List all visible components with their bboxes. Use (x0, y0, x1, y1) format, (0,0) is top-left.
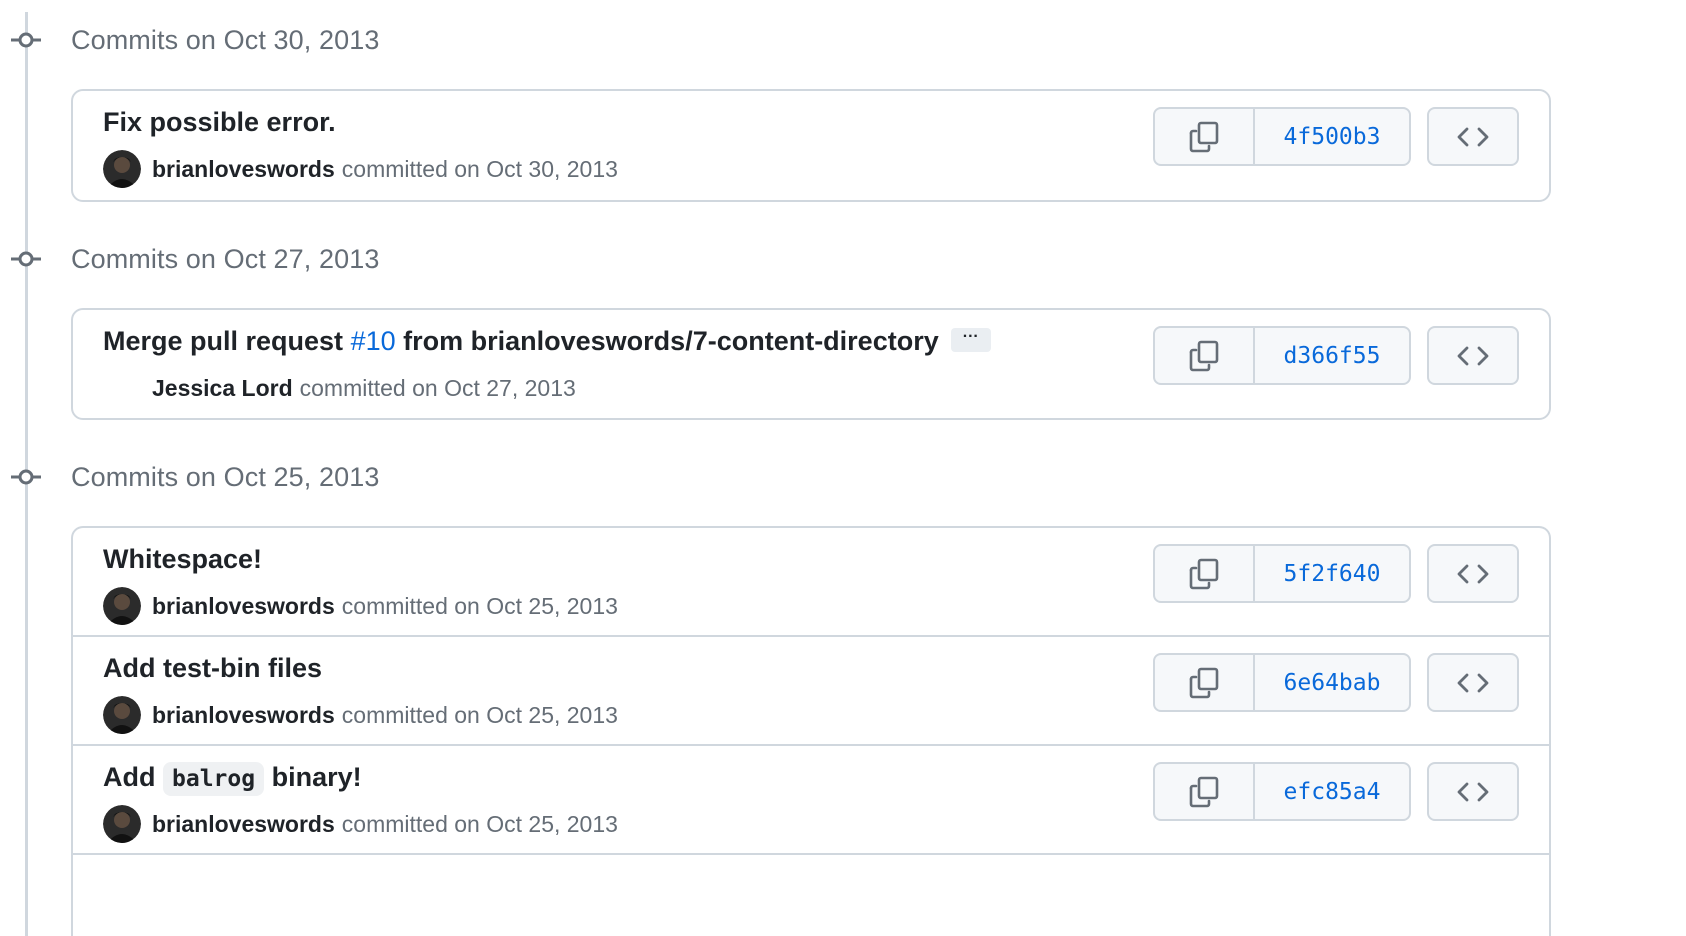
commit-row: Add test-bin files brianloveswords commi… (73, 635, 1549, 744)
expand-message-button[interactable]: ··· (950, 327, 991, 352)
code-icon (1457, 564, 1489, 583)
commit-message-prefix: Add (103, 762, 163, 792)
commit-sha-link[interactable]: 6e64bab (1255, 655, 1409, 710)
commit-author[interactable]: brianloveswords (152, 593, 335, 620)
commit-actions: 5f2f640 (1153, 544, 1519, 603)
copy-sha-button[interactable] (1155, 328, 1255, 383)
commit-group: Commits on Oct 25, 2013 (0, 455, 1686, 499)
commit-meta: brianloveswords committed on Oct 25, 201… (103, 587, 618, 625)
commit-group-title: Commits on Oct 25, 2013 (71, 462, 380, 492)
commit-row (73, 853, 1549, 933)
copy-sha-button[interactable] (1155, 655, 1255, 710)
code-icon (1457, 673, 1489, 692)
avatar[interactable] (103, 696, 141, 734)
git-commit-icon (11, 32, 41, 48)
commit-message[interactable]: Whitespace! (103, 544, 262, 575)
commit-group: Commits on Oct 27, 2013 (0, 237, 1686, 281)
copy-icon (1189, 667, 1219, 698)
commit-message[interactable]: Merge pull request #10 from brianloveswo… (103, 326, 991, 357)
commit-message[interactable]: Add balrog binary! (103, 762, 362, 796)
commit-meta: brianloveswords committed on Oct 25, 201… (103, 696, 618, 734)
commit-group-header: Commits on Oct 27, 2013 (0, 237, 1686, 281)
commit-date: committed on Oct 30, 2013 (341, 155, 618, 182)
copy-sha-button[interactable] (1155, 546, 1255, 601)
sha-button-group: 6e64bab (1153, 653, 1411, 712)
commit-sha-link[interactable]: 4f500b3 (1255, 109, 1409, 164)
browse-repo-button[interactable] (1427, 762, 1519, 821)
commit-message[interactable]: Add test-bin files (103, 653, 322, 684)
commit-author[interactable]: brianloveswords (152, 702, 335, 729)
commit-actions: 6e64bab (1153, 653, 1519, 712)
commit-list: Merge pull request #10 from brianloveswo… (71, 308, 1551, 420)
git-commit-icon (11, 251, 41, 267)
sha-button-group: efc85a4 (1153, 762, 1411, 821)
commit-message-prefix: Merge pull request (103, 326, 351, 356)
commit-list: Whitespace! brianloveswords committed on… (71, 526, 1551, 936)
commit-sha-link[interactable]: efc85a4 (1255, 764, 1409, 819)
copy-icon (1189, 121, 1219, 152)
commit-actions: d366f55 (1153, 326, 1519, 385)
git-commit-icon (11, 469, 41, 485)
browse-repo-button[interactable] (1427, 544, 1519, 603)
code-icon (1457, 127, 1489, 146)
commit-group-title: Commits on Oct 30, 2013 (71, 25, 380, 55)
commit-author[interactable]: brianloveswords (152, 811, 335, 838)
commit-group-header: Commits on Oct 30, 2013 (0, 18, 1686, 62)
browse-repo-button[interactable] (1427, 653, 1519, 712)
inline-code: balrog (163, 762, 265, 796)
commit-history: Commits on Oct 30, 2013 Fix possible err… (0, 0, 1686, 936)
commit-row: Merge pull request #10 from brianloveswo… (73, 310, 1549, 417)
sha-button-group: 5f2f640 (1153, 544, 1411, 603)
commit-actions: 4f500b3 (1153, 107, 1519, 166)
commit-meta: brianloveswords committed on Oct 25, 201… (103, 805, 618, 843)
commit-group-title: Commits on Oct 27, 2013 (71, 244, 380, 274)
commit-actions: efc85a4 (1153, 762, 1519, 821)
commit-row: Add balrog binary! brianloveswords commi… (73, 744, 1549, 853)
commit-row: Whitespace! brianloveswords committed on… (73, 528, 1549, 635)
avatar[interactable] (103, 150, 141, 188)
browse-repo-button[interactable] (1427, 107, 1519, 166)
commit-author[interactable]: brianloveswords (152, 156, 335, 183)
commit-date: committed on Oct 27, 2013 (299, 374, 576, 401)
commit-list: Fix possible error. brianloveswords comm… (71, 89, 1551, 202)
commit-meta: Jessica Lord committed on Oct 27, 2013 (103, 369, 576, 407)
commit-row: Fix possible error. brianloveswords comm… (73, 91, 1549, 198)
copy-sha-button[interactable] (1155, 764, 1255, 819)
avatar[interactable] (103, 587, 141, 625)
sha-button-group: 4f500b3 (1153, 107, 1411, 166)
commit-group-header: Commits on Oct 25, 2013 (0, 455, 1686, 499)
commit-sha-link[interactable]: d366f55 (1255, 328, 1409, 383)
commit-group: Commits on Oct 30, 2013 (0, 18, 1686, 62)
browse-repo-button[interactable] (1427, 326, 1519, 385)
commit-meta: brianloveswords committed on Oct 30, 201… (103, 150, 618, 188)
avatar (103, 369, 141, 407)
commit-date: committed on Oct 25, 2013 (341, 810, 618, 837)
commit-message-suffix: binary! (264, 762, 362, 792)
code-icon (1457, 782, 1489, 801)
copy-sha-button[interactable] (1155, 109, 1255, 164)
commit-message-suffix: from brianloveswords/7-content-directory (395, 326, 939, 356)
avatar[interactable] (103, 805, 141, 843)
commit-date: committed on Oct 25, 2013 (341, 701, 618, 728)
commit-sha-link[interactable]: 5f2f640 (1255, 546, 1409, 601)
commit-date: committed on Oct 25, 2013 (341, 592, 618, 619)
sha-button-group: d366f55 (1153, 326, 1411, 385)
code-icon (1457, 346, 1489, 365)
commit-author[interactable]: Jessica Lord (152, 375, 293, 402)
copy-icon (1189, 558, 1219, 589)
copy-icon (1189, 340, 1219, 371)
pull-request-link[interactable]: #10 (351, 326, 396, 356)
copy-icon (1189, 776, 1219, 807)
commit-message[interactable]: Fix possible error. (103, 107, 336, 138)
